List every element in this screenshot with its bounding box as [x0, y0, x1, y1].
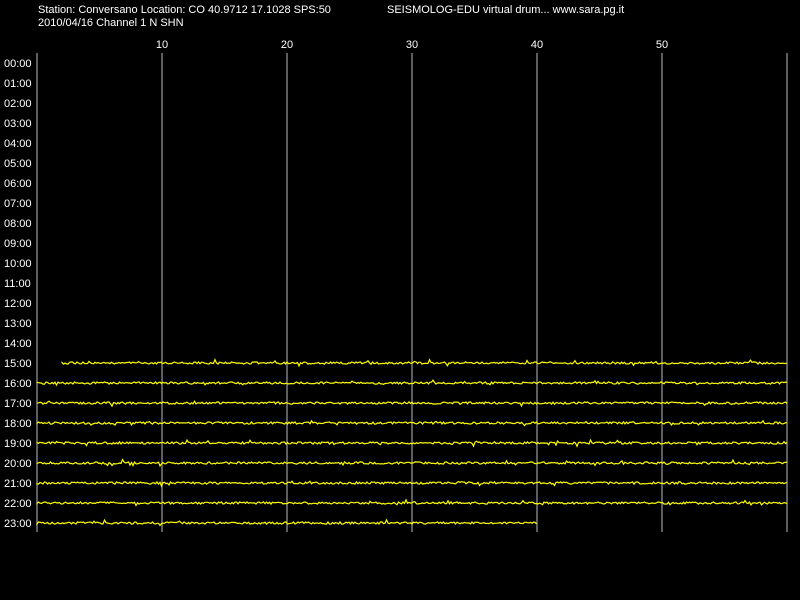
y-tick-label: 13:00 [4, 318, 32, 330]
y-tick-label: 07:00 [4, 198, 32, 210]
y-tick-label: 14:00 [4, 338, 32, 350]
x-tick-label-30: 30 [406, 39, 418, 51]
y-tick-label: 00:00 [4, 58, 32, 70]
y-tick-label: 17:00 [4, 398, 32, 410]
y-tick-label: 21:00 [4, 478, 32, 490]
x-tick-label-40: 40 [531, 39, 543, 51]
y-tick-label: 11:00 [4, 278, 31, 290]
y-tick-label: 18:00 [4, 418, 32, 430]
trace-1500 [61, 358, 787, 368]
y-tick-label: 12:00 [4, 298, 32, 310]
x-tick-label-50: 50 [656, 39, 668, 51]
y-tick-label: 06:00 [4, 178, 32, 190]
y-tick-label: 15:00 [4, 358, 32, 370]
y-tick-label: 03:00 [4, 118, 32, 130]
y-tick-label: 16:00 [4, 378, 32, 390]
y-tick-label: 01:00 [4, 78, 32, 90]
y-tick-label: 19:00 [4, 438, 32, 450]
y-tick-label: 10:00 [4, 258, 32, 270]
y-tick-label: 02:00 [4, 98, 32, 110]
y-tick-label: 08:00 [4, 218, 32, 230]
y-tick-label: 22:00 [4, 498, 32, 510]
grid-lines [36, 53, 788, 532]
y-axis-labels: 00:00 01:00 02:00 03:00 04:00 05:00 06:00 07:00… [4, 58, 32, 530]
seismic-drum-chart: 10 20 30 40 50 00:00 01:00 02:00 03:00 04:00 05:0… [4, 39, 788, 532]
y-tick-label: 23:00 [4, 518, 32, 530]
y-tick-label: 20:00 [4, 458, 32, 470]
x-tick-label-10: 10 [156, 39, 168, 51]
y-tick-label: 05:00 [4, 158, 32, 170]
y-tick-label: 09:00 [4, 238, 32, 250]
x-axis-ticks: 10 20 30 40 50 [156, 39, 668, 51]
y-tick-label: 04:00 [4, 138, 32, 150]
x-tick-label-20: 20 [281, 39, 293, 51]
